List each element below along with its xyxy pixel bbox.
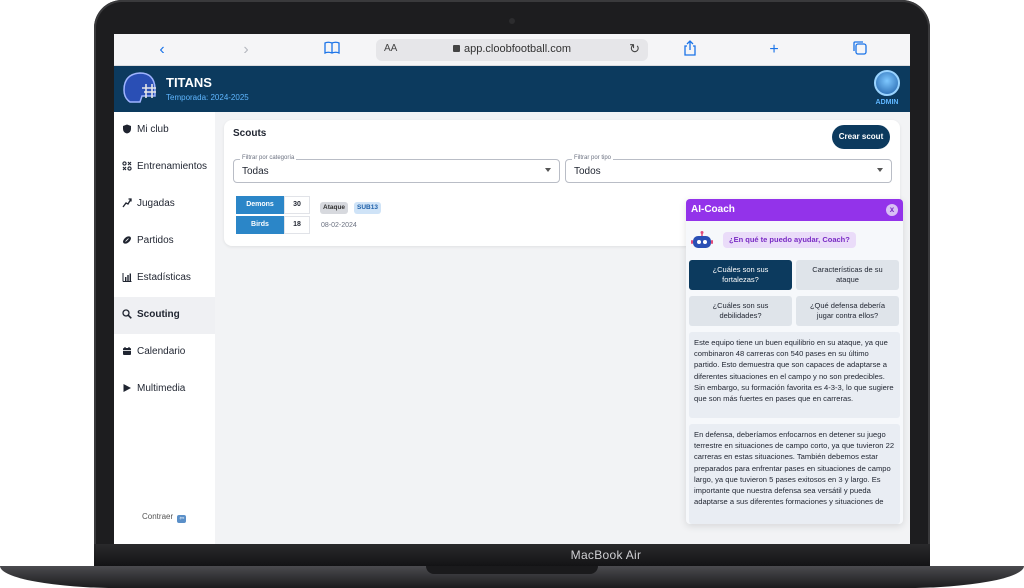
tag-category: SUB13	[354, 202, 381, 214]
sidebar-item-mi-club[interactable]: Mi club	[114, 112, 215, 149]
sidebar-item-multimedia[interactable]: Multimedia	[114, 371, 215, 408]
address-bar[interactable]: AA app.cloobfootball.com ↻	[376, 39, 648, 61]
play-icon	[122, 383, 132, 393]
greeting-bubble: ¿En qué te puedo ayudar, Coach?	[723, 232, 856, 248]
category-filter-select[interactable]: Filtrar por categoría Todas	[233, 155, 560, 183]
sidebar-item-calendario[interactable]: Calendario	[114, 334, 215, 371]
sidebar-item-partidos[interactable]: Partidos	[114, 223, 215, 260]
sidebar-item-entrenamientos[interactable]: Entrenamientos	[114, 149, 215, 186]
question-button-strengths[interactable]: ¿Cuáles son sus fortalezas?	[689, 260, 792, 290]
role-label: ADMIN	[875, 99, 899, 106]
chevron-down-icon	[545, 168, 551, 172]
football-icon	[122, 235, 132, 245]
browser-toolbar: ‹ › AA app.cloobfootball.com ↻ +	[114, 34, 910, 66]
question-button-attack[interactable]: Características de su ataque	[796, 260, 899, 290]
laptop-base: MacBook Air	[0, 544, 1024, 588]
sidebar-item-label: Estadísticas	[137, 272, 191, 283]
drills-icon	[122, 161, 132, 171]
team-name: TITANS	[166, 75, 212, 90]
team-helmet-logo	[120, 70, 158, 106]
create-scout-button[interactable]: Crear scout	[832, 125, 890, 149]
avatar[interactable]	[874, 70, 900, 96]
ai-response-message: En defensa, deberíamos enfocarnos en det…	[689, 424, 900, 524]
collapse-arrow-icon: ⇦	[177, 515, 187, 523]
away-team-score: 18	[284, 216, 310, 234]
tabs-icon[interactable]	[850, 40, 870, 60]
calendar-icon	[122, 346, 132, 356]
robot-avatar-icon	[691, 231, 713, 249]
reload-icon[interactable]: ↻	[629, 41, 640, 57]
sidebar-item-label: Partidos	[137, 235, 174, 246]
new-tab-icon[interactable]: +	[764, 40, 784, 60]
season-label: Temporada: 2024-2025	[166, 93, 249, 102]
device-brand: MacBook Air	[570, 548, 642, 562]
type-filter-select[interactable]: Filtrar por tipo Todos	[565, 155, 892, 183]
type-filter-value: Todos	[574, 166, 601, 177]
sidebar-item-scouting[interactable]: Scouting	[114, 297, 215, 334]
laptop-notch	[426, 566, 598, 574]
match-date: 08-02-2024	[321, 222, 357, 229]
bar-chart-icon	[122, 272, 132, 282]
page-title: Scouts	[233, 128, 267, 139]
chevron-down-icon	[877, 168, 883, 172]
match-scoreboard[interactable]: Demons 30 Birds 18	[236, 196, 312, 236]
question-button-defense[interactable]: ¿Qué defensa debería jugar contra ellos?	[796, 296, 899, 326]
close-icon[interactable]: x	[886, 204, 898, 216]
ai-coach-panel: AI-Coach x ¿En qué te puedo ayudar, Coac…	[686, 199, 903, 524]
home-team-name: Demons	[236, 196, 284, 214]
sidebar-item-label: Mi club	[137, 124, 169, 135]
stage: ‹ › AA app.cloobfootball.com ↻ + TITANS …	[0, 0, 1024, 588]
sidebar-item-jugadas[interactable]: Jugadas	[114, 186, 215, 223]
sidebar-item-label: Entrenamientos	[137, 161, 208, 172]
playbook-icon	[122, 198, 132, 208]
sidebar-item-label: Jugadas	[137, 198, 175, 209]
lock-icon	[452, 45, 460, 52]
back-icon[interactable]: ‹	[152, 40, 172, 60]
type-filter-label: Filtrar por tipo	[572, 155, 614, 161]
laptop-hinge: MacBook Air	[94, 544, 930, 568]
collapse-sidebar-button[interactable]: Contraer ⇦	[142, 512, 187, 523]
away-team-name: Birds	[236, 216, 284, 234]
screen: ‹ › AA app.cloobfootball.com ↻ + TITANS …	[114, 34, 910, 544]
category-filter-label: Filtrar por categoría	[240, 155, 297, 161]
sidebar-item-label: Calendario	[137, 346, 186, 357]
url-text: app.cloobfootball.com	[463, 43, 571, 55]
forward-icon[interactable]: ›	[236, 40, 256, 60]
sidebar-item-label: Scouting	[137, 309, 180, 320]
ai-coach-title: AI-Coach	[691, 204, 735, 215]
sidebar-item-estadisticas[interactable]: Estadísticas	[114, 260, 215, 297]
app-header: TITANS Temporada: 2024-2025 ADMIN	[114, 66, 910, 112]
ai-coach-header: AI-Coach x	[686, 199, 903, 221]
collapse-label: Contraer	[142, 512, 174, 521]
search-icon	[122, 309, 132, 319]
camera	[509, 18, 515, 24]
bookmarks-icon[interactable]	[322, 40, 342, 60]
sidebar-item-label: Multimedia	[137, 383, 186, 394]
category-filter-value: Todas	[242, 166, 269, 177]
share-icon[interactable]	[680, 40, 700, 60]
ai-response-message: Este equipo tiene un buen equilibrio en …	[689, 332, 900, 418]
shield-icon	[122, 124, 132, 134]
home-team-score: 30	[284, 196, 310, 214]
sidebar: Mi club Entrenamientos Jugadas Partidos	[114, 112, 215, 544]
question-button-weaknesses[interactable]: ¿Cuáles son sus debilidades?	[689, 296, 792, 326]
tag-ataque: Ataque	[320, 202, 349, 214]
